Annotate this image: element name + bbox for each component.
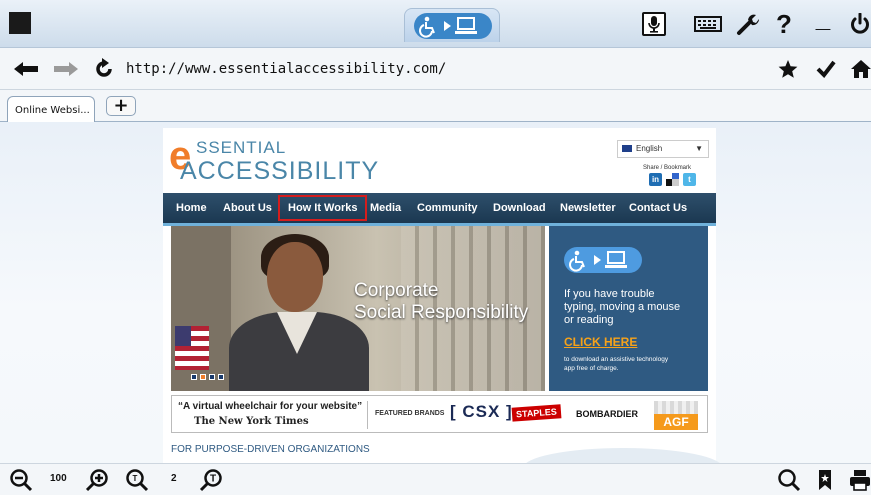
language-select[interactable]: English ▼ [617,140,709,158]
menu-newsletter[interactable]: Newsletter [560,193,616,223]
agf-logo-art [654,401,698,414]
site-menu: Home About Us How It Works Media Communi… [163,193,716,226]
accessibility-logo-icon [564,247,642,273]
web-viewport[interactable]: e SSENTIAL ACCESSIBILITY English ▼ Share… [0,122,871,463]
bottom-toolbar: 100 T 2 T [0,463,871,495]
menu-home[interactable]: Home [176,193,207,223]
power-icon[interactable] [849,10,871,38]
zoom-level: 100 [50,473,67,484]
hero-banner[interactable]: Corporate Social Responsibility [171,226,545,391]
promo-small-1: to download an assistive technology [564,356,669,363]
stop-square-icon[interactable] [9,12,31,34]
wrench-icon[interactable] [735,10,761,38]
keyboard-icon[interactable] [693,10,723,38]
promo-small-2: app free of charge. [564,365,619,372]
press-quote: “A virtual wheelchair for your website” [178,401,363,412]
chevron-down-icon: ▼ [695,144,703,153]
menu-community[interactable]: Community [417,193,478,223]
forward-arrow-icon[interactable] [52,54,80,84]
slide-dot[interactable] [209,374,215,380]
tab-bar: Online Websi... + [0,90,871,123]
menu-contact-us[interactable]: Contact Us [629,193,687,223]
slide-indicator [191,374,224,380]
tab-online-website[interactable]: Online Websi... [7,96,95,123]
delicious-icon[interactable] [666,173,679,186]
home-icon[interactable] [850,54,871,84]
divider [367,401,368,429]
hero-title-line2: Social Responsibility [354,302,529,323]
print-icon[interactable] [848,468,871,492]
microphone-icon[interactable] [642,12,666,36]
minimize-icon[interactable]: _ [813,3,833,33]
slide-dot[interactable] [191,374,197,380]
url-input[interactable] [126,56,772,82]
promo-line-1: If you have trouble [564,288,655,300]
logo-bottom-text: ACCESSIBILITY [180,157,380,185]
staples-logo: STAPLES [511,404,562,422]
promo-line-3: or reading [564,314,614,326]
twitter-icon[interactable]: t [683,173,696,186]
svg-text:T: T [210,474,216,485]
uk-flag-icon [622,145,632,152]
bombardier-logo: BOMBARDIER [576,409,638,419]
bookmark-star-icon[interactable] [777,54,799,84]
us-flag-image [175,326,209,370]
csx-logo: [ CSX ] [450,402,513,421]
promo-line-2: typing, moving a mouse [564,301,681,313]
zoom-out-icon[interactable] [8,468,34,492]
address-bar [0,48,871,90]
section-heading: FOR PURPOSE-DRIVEN ORGANIZATIONS [171,444,370,455]
svg-text:T: T [133,474,138,483]
text-size-increase-icon[interactable]: T [198,468,224,492]
new-tab-button[interactable]: + [106,96,136,116]
menu-download[interactable]: Download [493,193,546,223]
promo-panel[interactable]: If you have trouble typing, moving a mou… [549,226,708,391]
decorative-swoosh [523,448,723,463]
nyt-logo: The New York Times [194,416,309,427]
menu-about-us[interactable]: About Us [223,193,272,223]
brands-strip: “A virtual wheelchair for your website” … [171,395,708,433]
text-size-decrease-icon[interactable]: T [124,468,150,492]
agf-logo: AGF [654,401,698,430]
linkedin-icon[interactable]: in [649,173,662,186]
refresh-icon[interactable] [92,54,116,84]
text-size-level: 2 [171,473,177,484]
search-icon[interactable] [776,468,802,492]
menu-media[interactable]: Media [370,193,401,223]
share-bookmark-label: Share / Bookmark [643,165,692,171]
website: e SSENTIAL ACCESSIBILITY English ▼ Share… [163,128,723,463]
back-arrow-icon[interactable] [12,54,40,84]
menu-how-it-works[interactable]: How It Works [278,195,368,221]
language-value: English [636,144,663,153]
click-here-link[interactable]: CLICK HERE [564,335,637,349]
slide-dot[interactable] [200,374,206,380]
agf-logo-text: AGF [654,414,698,430]
zoom-in-icon[interactable] [84,468,110,492]
featured-brands-label: FEATURED BRANDS [375,410,445,417]
hero-title-line1: Corporate [354,280,439,301]
person-face [267,242,323,312]
logo-top-text: SSENTIAL [196,138,287,157]
slide-dot[interactable] [218,374,224,380]
top-toolbar: ? _ [0,0,871,48]
accessibility-logo-icon[interactable] [413,12,493,40]
help-icon[interactable]: ? [773,9,795,39]
checkmark-icon[interactable] [815,54,837,84]
bookmarks-icon[interactable] [816,468,834,492]
